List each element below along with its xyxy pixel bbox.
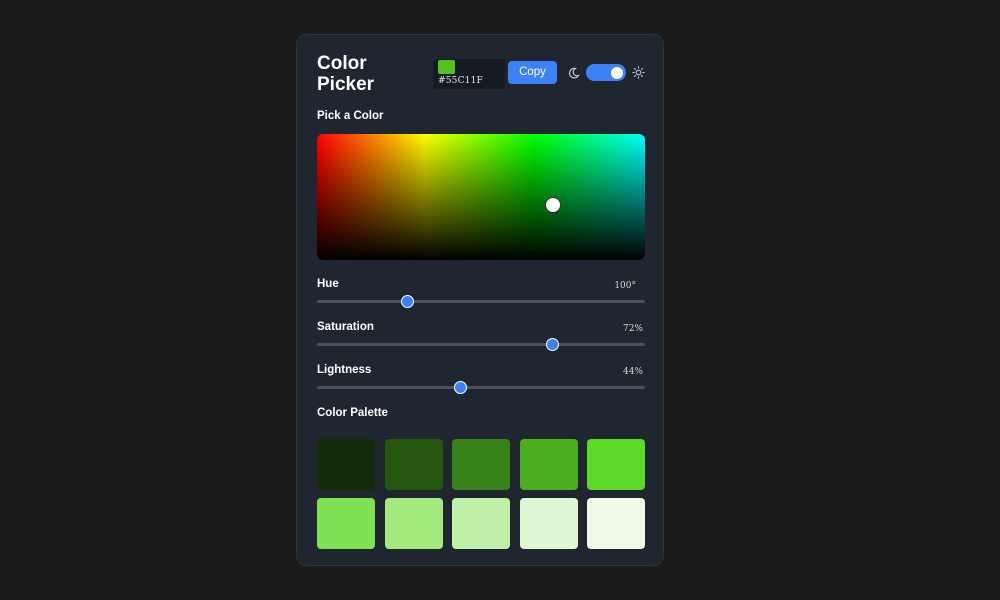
- copy-button[interactable]: Copy: [508, 61, 557, 84]
- moon-icon: [568, 67, 580, 79]
- saturation-slider-thumb[interactable]: [546, 338, 560, 351]
- lightness-value: 44%: [622, 367, 643, 377]
- palette-swatch[interactable]: [452, 439, 510, 490]
- palette-swatch[interactable]: [317, 498, 375, 549]
- palette-swatch[interactable]: [587, 439, 645, 490]
- current-color-swatch: [438, 60, 455, 74]
- palette-swatch[interactable]: [452, 498, 510, 549]
- hex-value: #55C11F: [438, 76, 483, 86]
- hex-display: #55C11F: [433, 59, 505, 89]
- lightness-label: Lightness: [317, 364, 372, 376]
- theme-toggle[interactable]: [586, 64, 626, 81]
- palette-swatch[interactable]: [384, 498, 443, 549]
- saturation-slider[interactable]: [317, 338, 645, 351]
- hue-slider[interactable]: [317, 295, 645, 308]
- palette-swatch[interactable]: [384, 439, 443, 490]
- color-picker-card: Color Picker #55C11F Copy Pick a Color H…: [296, 34, 664, 566]
- hue-label: Hue: [317, 278, 339, 290]
- palette-swatch[interactable]: [587, 498, 645, 549]
- picker-handle[interactable]: [545, 196, 562, 213]
- hue-value: 100°: [614, 281, 636, 291]
- sun-icon: [632, 66, 645, 79]
- saturation-value: 72%: [622, 324, 643, 334]
- palette-swatch[interactable]: [519, 439, 578, 490]
- lightness-slider-thumb[interactable]: [454, 381, 468, 394]
- palette-swatch[interactable]: [519, 498, 578, 549]
- pick-color-label: Pick a Color: [317, 110, 384, 122]
- page-title: Color Picker: [317, 53, 375, 95]
- saturation-label: Saturation: [317, 321, 374, 333]
- lightness-slider[interactable]: [317, 381, 645, 394]
- palette-swatch[interactable]: [317, 439, 375, 490]
- palette-label: Color Palette: [317, 407, 388, 419]
- toggle-knob: [611, 66, 623, 79]
- hue-slider-thumb[interactable]: [401, 295, 415, 308]
- color-picker-area[interactable]: [317, 134, 645, 260]
